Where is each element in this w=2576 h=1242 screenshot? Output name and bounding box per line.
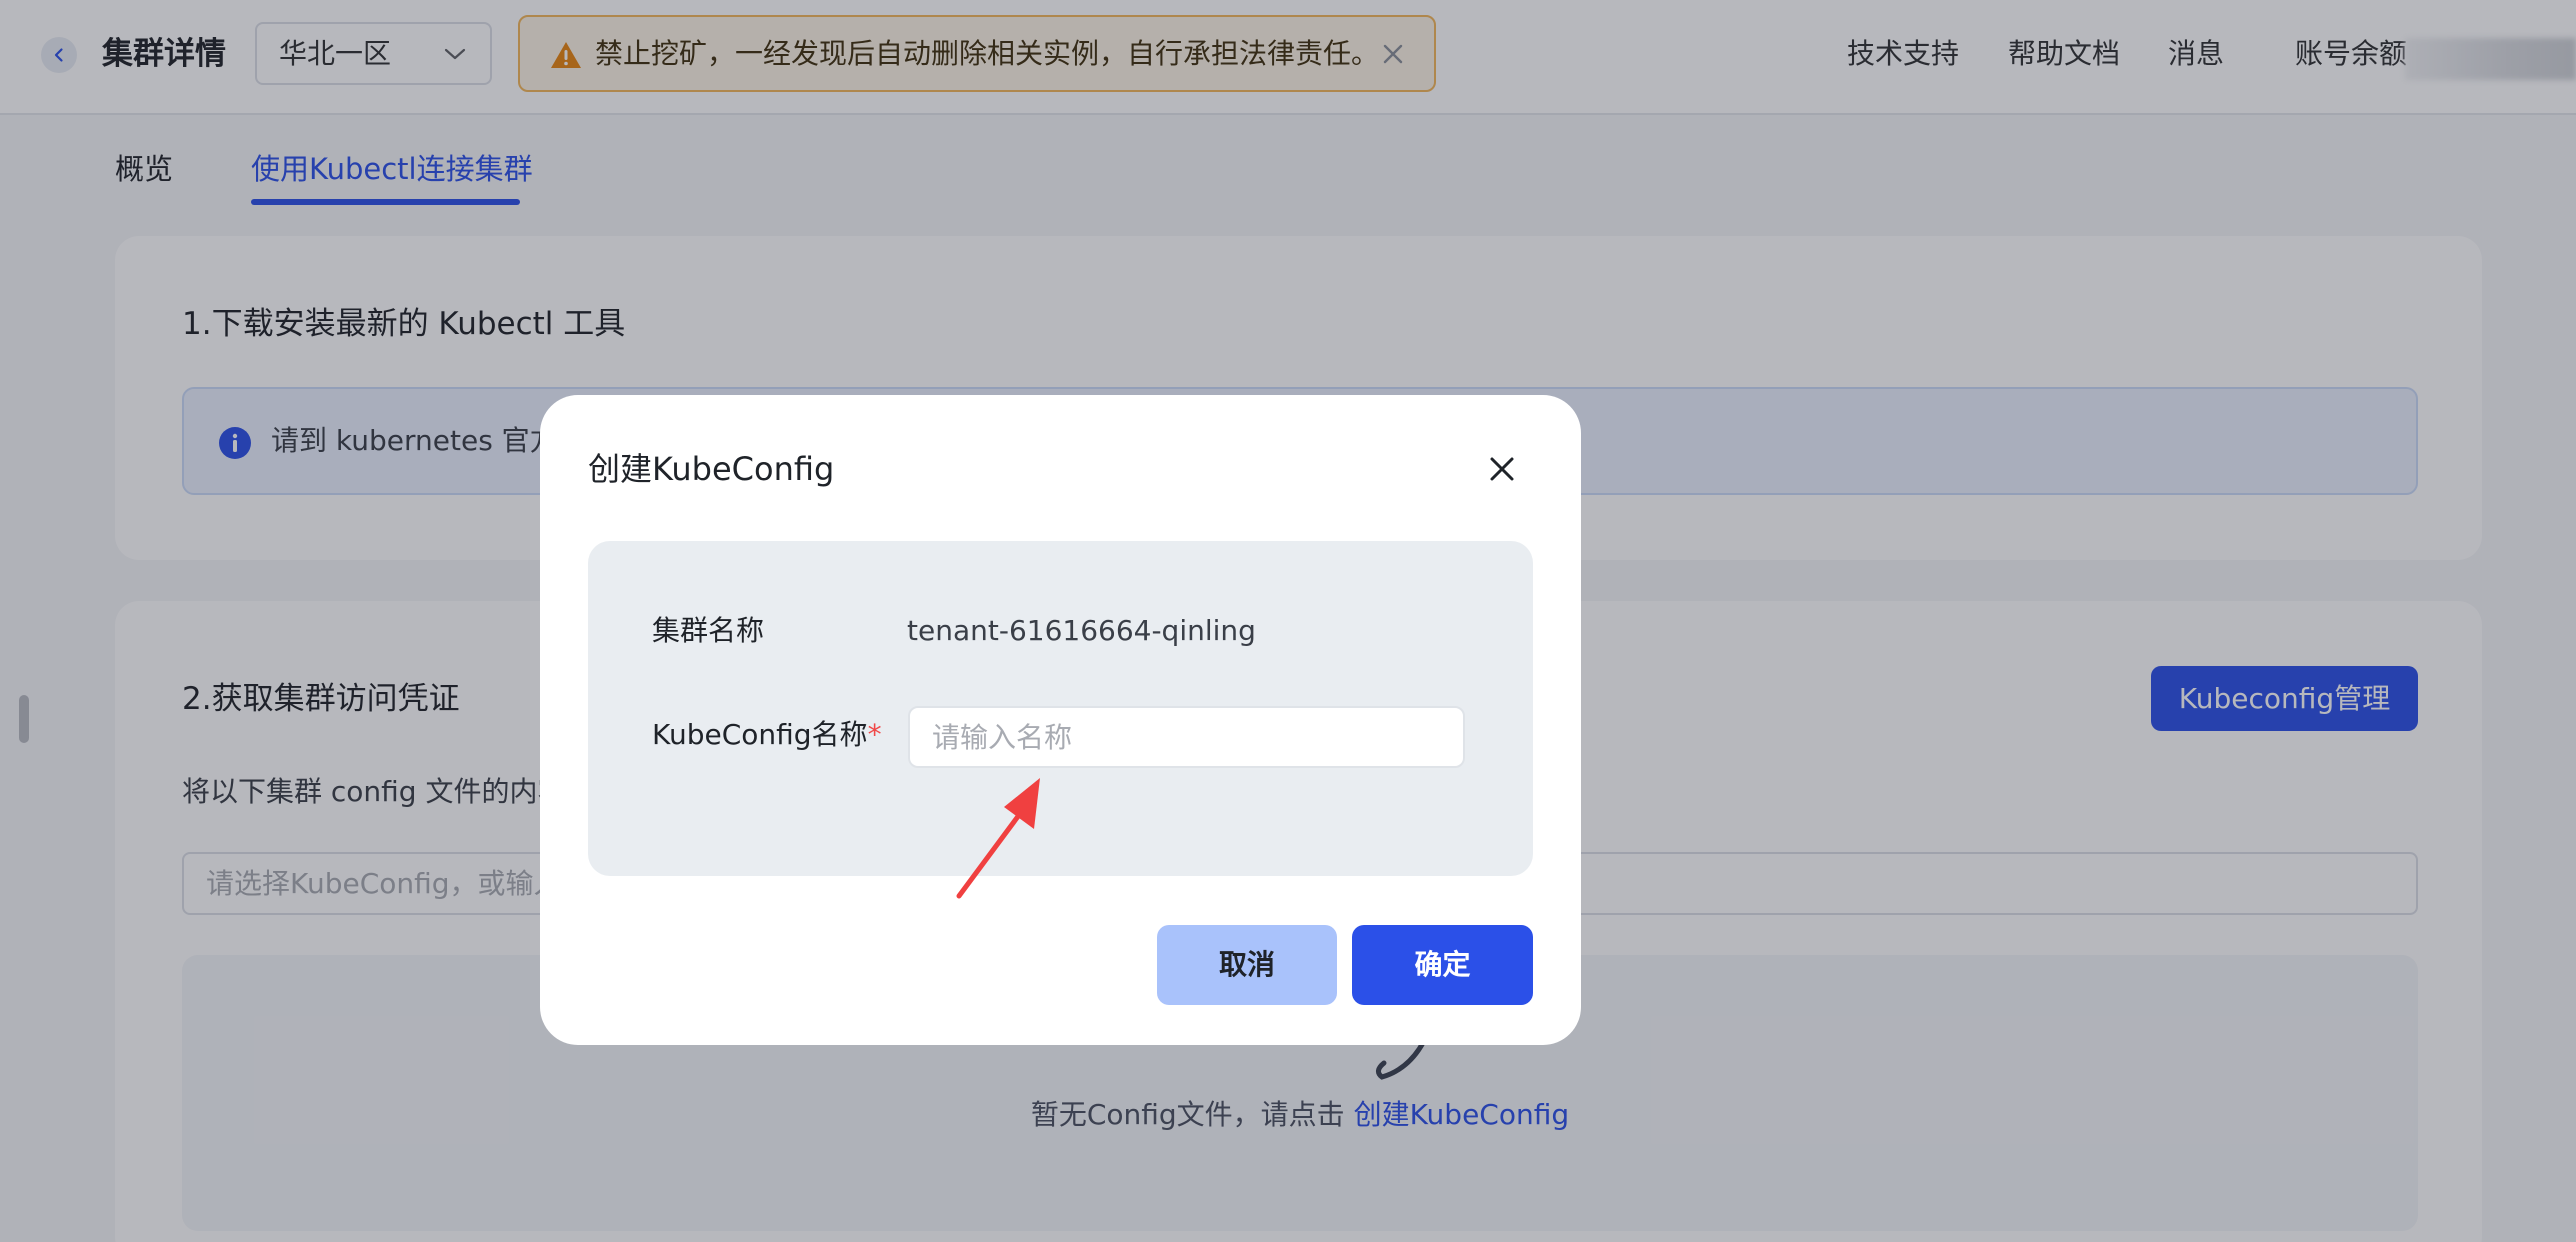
kubeconfig-name-label-text: KubeConfig名称 (652, 718, 868, 751)
cancel-button[interactable]: 取消 (1157, 925, 1337, 1005)
modal-title: 创建KubeConfig (588, 450, 835, 488)
confirm-button[interactable]: 确定 (1352, 925, 1533, 1005)
close-icon[interactable] (1487, 454, 1517, 484)
red-arrow-annotation-icon (956, 778, 1040, 899)
create-kubeconfig-modal: 创建KubeConfig 集群名称 tenant-61616664-qinlin… (540, 395, 1581, 1045)
kubeconfig-name-input[interactable] (908, 706, 1465, 768)
form-panel: 集群名称 tenant-61616664-qinling KubeConfig名… (588, 541, 1533, 899)
kubeconfig-name-label: KubeConfig名称* (652, 711, 882, 759)
required-mark: * (867, 718, 882, 751)
cluster-name-value: tenant-61616664-qinling (907, 614, 1256, 647)
cluster-name-label: 集群名称 (652, 614, 765, 647)
